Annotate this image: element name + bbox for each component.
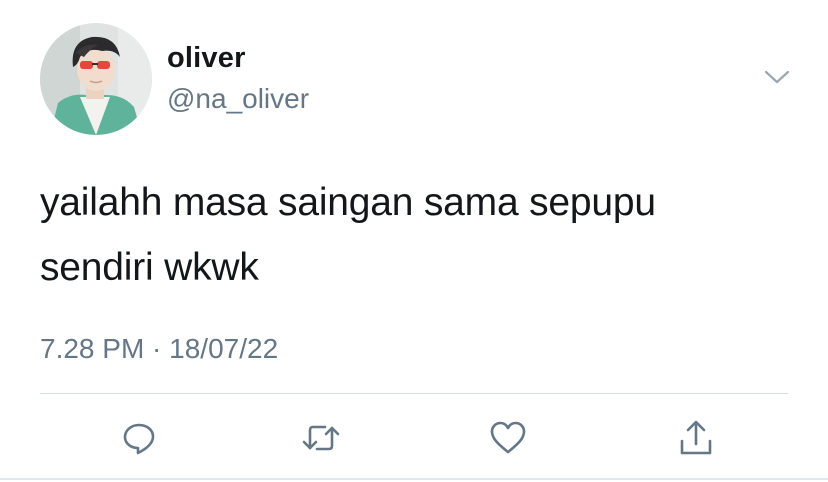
like-button[interactable] xyxy=(484,414,532,462)
retweet-button[interactable] xyxy=(297,414,345,462)
author-name[interactable]: oliver xyxy=(167,42,246,75)
tweet-text-line: sendiri wkwk xyxy=(40,246,259,289)
action-bar xyxy=(0,414,828,462)
bottom-divider xyxy=(0,478,828,480)
chevron-down-icon[interactable] xyxy=(762,66,792,88)
avatar[interactable] xyxy=(40,23,152,135)
avatar-image xyxy=(40,23,152,135)
divider xyxy=(40,393,788,394)
retweet-icon xyxy=(302,425,340,451)
reply-icon xyxy=(123,423,155,455)
reply-button[interactable] xyxy=(115,414,163,462)
like-icon xyxy=(490,421,526,454)
author-handle[interactable]: @na_oliver xyxy=(167,83,309,115)
share-button[interactable] xyxy=(672,414,720,462)
tweet-card: oliver @na_oliver yailahh masa saingan s… xyxy=(0,0,828,482)
tweet-text-line: yailahh masa saingan sama sepupu xyxy=(40,181,656,224)
tweet-text: yailahh masa saingan sama sepupu sendiri… xyxy=(40,170,780,300)
tweet-timestamp[interactable]: 7.28 PM · 18/07/22 xyxy=(40,333,278,365)
share-icon xyxy=(680,420,712,455)
